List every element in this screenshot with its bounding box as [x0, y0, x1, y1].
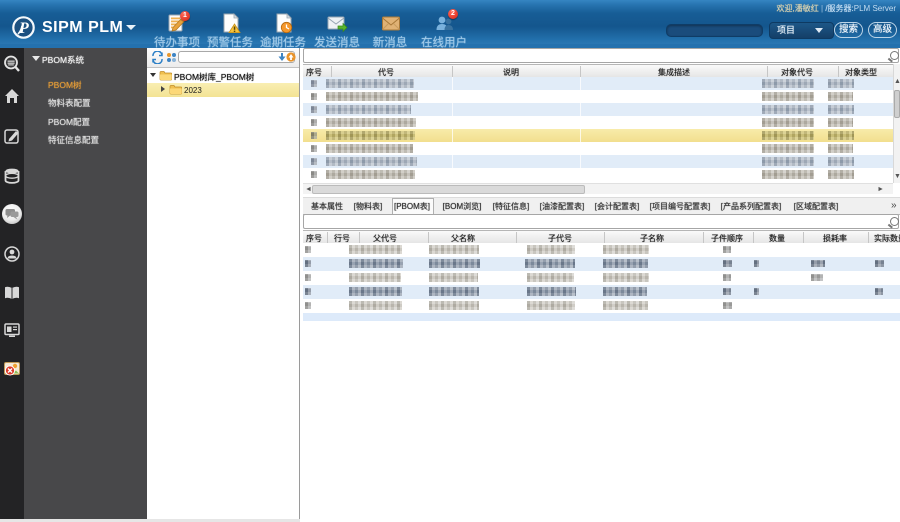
svg-text:P: P [18, 20, 29, 37]
